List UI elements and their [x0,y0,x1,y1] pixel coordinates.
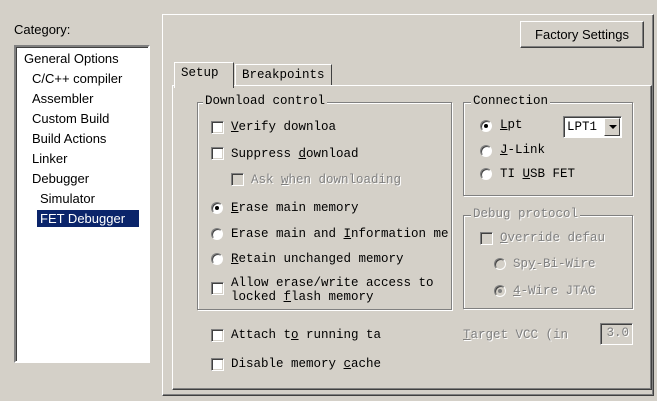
category-item-build-actions[interactable]: Build Actions [32,130,106,147]
lpt-label: Lpt [500,118,523,132]
attach-to-running-target-label: Attach to running ta [231,328,382,342]
retain-unchanged-memory-radio[interactable] [211,253,223,265]
download-control-title: Download control [203,94,328,108]
ask-when-downloading-label: Ask when downloading [251,173,402,187]
category-item-general-options[interactable]: General Options [24,50,119,67]
allow-erase-write-label: Allow erase/write access to locked flash … [231,276,434,304]
category-list[interactable]: General Options C/C++ compiler Assembler… [14,45,150,363]
allow-erase-write-checkbox[interactable] [211,282,224,295]
retain-unchanged-memory-label: Retain unchanged memory [231,252,404,266]
verify-download-label: Verify downloa [231,120,337,134]
override-default-label: Override defau [500,231,606,245]
lpt-radio[interactable] [480,120,492,132]
category-item-debugger[interactable]: Debugger [32,170,89,187]
four-wire-jtag-radio[interactable] [494,285,506,297]
chevron-down-icon[interactable] [604,118,620,136]
lpt-port-value: LPT1 [567,120,598,134]
category-item-linker[interactable]: Linker [32,150,67,167]
connection-title: Connection [471,94,551,108]
erase-main-and-info-label: Erase main and Information me [231,227,449,241]
factory-settings-button[interactable]: Factory Settings [520,21,644,48]
disable-memory-cache-label: Disable memory cache [231,357,382,371]
tab-breakpoints[interactable]: Breakpoints [235,64,332,85]
category-label: Category: [14,22,71,37]
tab-setup[interactable]: Setup [174,62,234,88]
ask-when-downloading-checkbox[interactable] [231,173,244,186]
category-item-assembler[interactable]: Assembler [32,90,93,107]
spy-bi-wire-label: Spy-Bi-Wire [513,257,596,271]
erase-main-memory-radio[interactable] [211,202,223,214]
suppress-download-label: Suppress download [231,147,359,161]
four-wire-jtag-label: 4-Wire JTAG [513,284,596,298]
target-vcc-input[interactable]: 3.0 [600,323,633,345]
category-item-simulator[interactable]: Simulator [40,190,95,207]
spy-bi-wire-radio[interactable] [494,258,506,270]
lpt-port-select[interactable]: LPT1 [563,116,622,138]
jlink-radio[interactable] [480,145,492,157]
override-default-checkbox[interactable] [480,232,493,245]
jlink-label: J-Link [500,143,546,157]
debug-protocol-title: Debug protocol [471,207,581,221]
category-item-fet-debugger[interactable]: FET Debugger [37,210,140,227]
erase-main-memory-label: Erase main memory [231,201,359,215]
target-vcc-label: Target VCC (in [463,328,569,342]
erase-main-and-info-radio[interactable] [211,228,223,240]
attach-to-running-target-checkbox[interactable] [211,329,224,342]
ti-usb-fet-label: TI USB FET [500,167,576,181]
category-item-c-compiler[interactable]: C/C++ compiler [32,70,122,87]
ti-usb-fet-radio[interactable] [480,168,492,180]
verify-download-checkbox[interactable] [211,121,224,134]
disable-memory-cache-checkbox[interactable] [211,358,224,371]
category-item-custom-build[interactable]: Custom Build [32,110,109,127]
suppress-download-checkbox[interactable] [211,147,224,160]
